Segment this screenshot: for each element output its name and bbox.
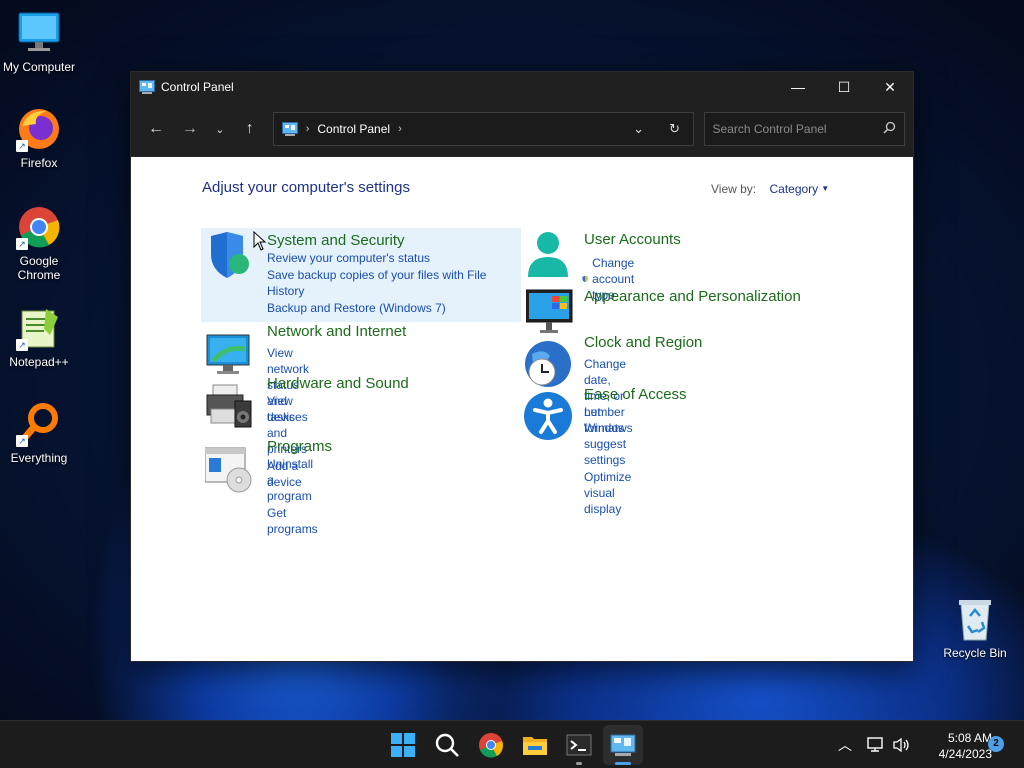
clock-globe-icon[interactable] [524,340,572,388]
caret-down-icon[interactable]: ▼ [821,184,829,193]
link-get-programs[interactable]: Get programs [267,505,318,537]
terminal-icon[interactable] [566,732,592,758]
search-input[interactable] [712,122,884,136]
file-explorer-icon[interactable] [522,732,548,758]
page-heading: Adjust your computer's settings [202,179,410,196]
forward-button[interactable]: → [175,114,205,144]
window-title: Control Panel [161,80,234,94]
view-by: View by: Category ▼ [711,182,829,196]
shortcut-arrow-icon: ↗ [16,140,28,152]
firefox-icon: ↗ [16,106,62,152]
mouse-cursor-icon [253,231,267,251]
address-bar[interactable]: › Control Panel › ⌄ ↻ [272,112,694,146]
arrow-right-icon: → [181,120,198,137]
link-uninstall-program[interactable]: Uninstall a program [267,456,318,504]
desktop-icon-label: Notepad++ [9,355,69,369]
control-panel-icon [139,80,155,94]
refresh-button[interactable]: ↻ [657,121,693,137]
recycle-bin-icon [952,596,998,642]
desktop-icon-label: My Computer [2,60,76,74]
breadcrumb-separator-icon[interactable]: › [398,123,402,135]
recent-locations-button[interactable]: ⌄ [205,114,235,144]
printer-icon[interactable] [205,383,253,431]
arrow-left-icon: ← [147,120,164,137]
category-title[interactable]: Appearance and Personalization [584,288,801,305]
appearance-monitor-icon[interactable] [526,288,574,336]
desktop-icon-label: Everything [10,451,68,465]
search-box[interactable] [703,112,906,146]
control-panel-window: Control Panel — ☐ ✕ ← → ⌄ ↑ › Control Pa… [130,71,914,662]
breadcrumb-separator-icon[interactable]: › [306,123,310,135]
view-by-label: View by: [711,182,757,196]
category-title[interactable]: Network and Internet [267,323,406,340]
up-button[interactable]: ↑ [235,114,265,144]
arrow-up-icon: ↑ [245,120,254,137]
category-title[interactable]: Hardware and Sound [267,375,409,392]
refresh-icon: ↻ [669,121,680,136]
shortcut-arrow-icon: ↗ [16,238,28,250]
content-area: Adjust your computer's settings View by:… [131,157,913,661]
title-bar[interactable]: Control Panel — ☐ ✕ [131,72,913,102]
running-indicator [576,762,582,765]
link-file-history[interactable]: Save backup copies of your files with Fi… [267,267,507,299]
user-icon[interactable] [522,231,570,279]
navigation-toolbar: ← → ⌄ ↑ › Control Panel › ⌄ ↻ [131,102,913,157]
programs-icon[interactable] [205,446,253,494]
desktop-icon-everything[interactable]: ↗ Everything [1,401,77,465]
desktop-icon-firefox[interactable]: ↗ Firefox [1,106,77,170]
start-windows-icon[interactable] [390,732,416,758]
control-panel-icon[interactable] [610,732,636,758]
minimize-button[interactable]: — [775,72,821,102]
active-indicator [615,762,631,765]
system-clock[interactable]: 5:08 AM 4/24/2023 [920,730,992,762]
link-review-status[interactable]: Review your computer's status [267,250,507,266]
search-icon[interactable] [434,732,460,758]
close-button[interactable]: ✕ [867,72,913,102]
network-status-icon[interactable] [866,721,886,768]
desktop-icon-notepadpp[interactable]: ↗ Notepad++ [1,305,77,369]
desktop-icon-label: Google Chrome [17,254,61,282]
category-title[interactable]: Ease of Access [584,386,687,403]
category-title[interactable]: Clock and Region [584,334,702,351]
desktop-icon-label: Firefox [20,156,58,170]
category-title[interactable]: System and Security [267,232,405,249]
desktop-icon-my-computer[interactable]: My Computer [1,10,77,74]
accessibility-icon[interactable] [524,392,572,440]
volume-icon[interactable] [892,721,912,768]
desktop-icon-label: Recycle Bin [943,646,1007,660]
clock-time: 5:08 AM [947,731,992,745]
category-title[interactable]: Programs [267,438,332,455]
breadcrumb-control-panel[interactable]: Control Panel [317,122,390,136]
search-icon[interactable] [883,121,896,137]
notification-badge[interactable]: 2 [988,736,1004,752]
notepadpp-icon: ↗ [16,305,62,351]
uac-shield-icon [582,275,588,283]
clock-date: 4/24/2023 [938,747,992,761]
shield-icon[interactable] [205,232,253,280]
link-backup-restore[interactable]: Backup and Restore (Windows 7) [267,300,507,316]
chevron-up-icon: ︿ [838,737,852,753]
chevron-down-icon: ⌄ [215,123,225,136]
category-title[interactable]: User Accounts [584,231,681,248]
shortcut-arrow-icon: ↗ [16,435,28,447]
show-hidden-icons-button[interactable]: ︿ [838,721,852,768]
link-suggest-settings[interactable]: Let Windows suggest settings [584,404,633,468]
network-globe-icon[interactable] [205,331,253,379]
monitor-icon [16,10,62,56]
view-by-dropdown[interactable]: Category [769,182,818,196]
chevron-down-icon: ⌄ [633,121,644,136]
link-optimize-display[interactable]: Optimize visual display [584,469,633,517]
control-panel-icon [281,122,298,136]
shortcut-arrow-icon: ↗ [16,339,28,351]
everything-search-icon: ↗ [16,401,62,447]
taskbar: ︿ 5:08 AM 4/24/2023 [0,720,1024,768]
maximize-button[interactable]: ☐ [821,72,867,102]
back-button[interactable]: ← [141,114,171,144]
chrome-icon: ↗ [16,204,62,250]
desktop-icon-chrome[interactable]: ↗ Google Chrome [1,204,77,282]
desktop-icon-recycle-bin[interactable]: Recycle Bin [937,596,1013,660]
chrome-icon[interactable] [478,732,504,758]
address-dropdown-button[interactable]: ⌄ [621,121,657,137]
